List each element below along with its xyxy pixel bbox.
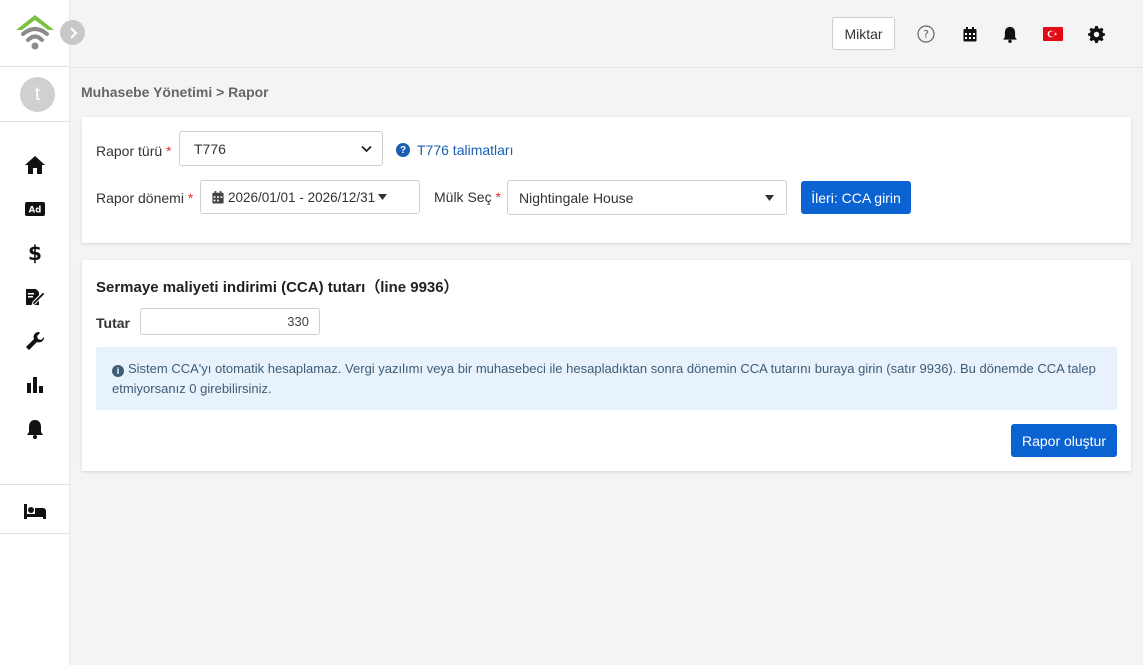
sidebar-divider [0,121,70,122]
help-circle-icon: ? [396,143,410,157]
bell-icon[interactable] [23,417,47,441]
bar-chart-icon[interactable] [23,373,47,397]
info-alert: i Sistem CCA'yı otomatik hesaplamaz. Verg… [96,347,1117,410]
info-icon: i [112,365,124,377]
logo-icon[interactable] [14,12,56,54]
avatar[interactable]: t [20,77,55,112]
sidebar-divider [0,66,70,67]
chevron-down-icon [361,145,372,152]
bed-icon[interactable] [23,499,47,523]
cca-card: Sermaye maliyeti indirimi (CCA) tutarı（l… [82,260,1131,471]
sidebar-divider [0,484,70,485]
gear-icon[interactable] [1086,24,1106,44]
miktar-button[interactable]: Miktar [832,17,895,50]
sidebar-expand-button[interactable] [60,20,85,45]
property-select[interactable]: Nightingale House [507,180,787,215]
sidebar-divider [0,533,70,534]
cca-amount-input[interactable]: 330 [140,308,320,335]
breadcrumb: Muhasebe Yönetimi > Rapor [81,84,269,100]
calendar-icon[interactable] [960,24,980,44]
ad-icon[interactable]: Ad [23,197,47,221]
dollar-icon[interactable]: $ [23,241,47,265]
wrench-icon[interactable] [23,329,47,353]
document-edit-icon[interactable] [23,285,47,309]
help-icon[interactable]: ? [916,24,936,44]
svg-text:Ad: Ad [29,206,42,216]
caret-down-icon [378,194,388,200]
turkey-flag-icon[interactable] [1043,24,1063,44]
calendar-icon [212,190,224,203]
chevron-right-icon [69,26,77,39]
report-filter-card: Rapor türü * T776 ? T776 talimatları Rap… [82,117,1131,243]
report-period-label: Rapor dönemi * [96,190,194,206]
sidebar: t Ad $ [0,0,70,665]
amount-label: Tutar [96,315,130,331]
report-period-picker[interactable]: 2026/01/01 - 2026/12/31 [200,180,420,214]
report-type-select[interactable]: T776 [179,131,383,166]
property-label: Mülk Seç * [434,189,501,205]
bell-icon[interactable] [1000,24,1020,44]
create-report-button[interactable]: Rapor oluştur [1011,424,1117,457]
svg-text:?: ? [923,28,929,41]
top-header: Miktar ? [70,0,1143,68]
home-icon[interactable] [23,153,47,177]
report-type-label: Rapor türü * [96,143,172,159]
caret-down-icon [765,194,774,201]
svg-text:$: $ [28,242,42,264]
next-cca-button[interactable]: İleri: CCA girin [801,181,911,214]
cca-section-title: Sermaye maliyeti indirimi (CCA) tutarı（l… [96,279,459,296]
instructions-link[interactable]: ? T776 talimatları [396,142,513,158]
